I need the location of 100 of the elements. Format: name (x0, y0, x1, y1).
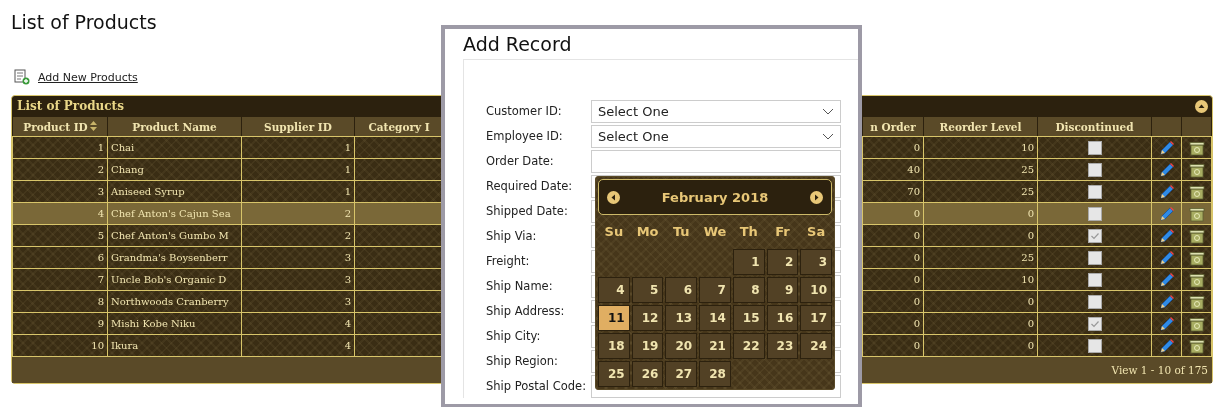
checkbox[interactable] (1087, 206, 1102, 221)
checkbox[interactable] (1087, 140, 1102, 155)
input-field[interactable] (591, 150, 841, 173)
pencil-icon[interactable] (1158, 337, 1175, 354)
table-cell: 0 (923, 312, 1038, 335)
table-cell: 1 (241, 180, 355, 203)
table-cell: 25 (923, 180, 1038, 203)
column-header[interactable]: n Order (862, 116, 924, 137)
add-record-icon (14, 69, 30, 85)
calendar-day[interactable]: 26 (631, 361, 664, 387)
calendar-day[interactable]: 25 (598, 361, 630, 387)
column-header[interactable]: Supplier ID (241, 116, 355, 137)
table-cell: 4 (241, 312, 355, 335)
table-cell: 25 (923, 158, 1038, 181)
collapse-icon[interactable] (1195, 99, 1208, 113)
table-cell: 10 (12, 334, 108, 357)
table-cell: 10 (923, 268, 1038, 291)
trash-icon[interactable] (1188, 227, 1205, 244)
calendar-day[interactable]: 6 (665, 277, 698, 303)
table-cell: 0 (923, 334, 1038, 357)
calendar-day[interactable]: 23 (766, 333, 799, 359)
trash-icon[interactable] (1188, 139, 1205, 156)
field-label: Customer ID: (486, 103, 563, 120)
calendar-day[interactable]: 9 (766, 277, 799, 303)
column-header[interactable]: Product Name (107, 116, 242, 137)
table-cell: 2 (12, 158, 108, 181)
calendar-day[interactable]: 24 (800, 333, 832, 359)
weekday-label: Th (738, 223, 759, 241)
calendar-day[interactable]: 14 (699, 305, 731, 331)
calendar-day[interactable]: 4 (598, 277, 630, 303)
next-month-icon[interactable] (810, 190, 823, 204)
weekday-label: Su (603, 223, 625, 241)
table-cell: 1 (241, 158, 355, 181)
table-cell: 3 (12, 180, 108, 203)
trash-icon[interactable] (1188, 293, 1205, 310)
pencil-icon[interactable] (1158, 139, 1175, 156)
trash-icon[interactable] (1188, 271, 1205, 288)
trash-icon[interactable] (1188, 183, 1205, 200)
pencil-icon[interactable] (1158, 205, 1175, 222)
trash-icon[interactable] (1188, 161, 1205, 178)
calendar-day[interactable]: 13 (665, 305, 698, 331)
checkbox[interactable] (1087, 250, 1102, 265)
calendar-day[interactable]: 15 (732, 305, 765, 331)
weekday-label: Tu (671, 223, 691, 241)
table-cell: 1 (12, 136, 108, 159)
checkbox[interactable] (1087, 338, 1102, 353)
weekday-label: We (702, 223, 728, 241)
pager-text: View 1 - 10 of 175 (1111, 364, 1208, 376)
calendar-day[interactable]: 1 (732, 249, 765, 275)
calendar-day[interactable]: 19 (631, 333, 664, 359)
field-label: Required Date: (486, 178, 574, 195)
trash-icon[interactable] (1188, 337, 1205, 354)
table-cell: 7 (12, 268, 108, 291)
chevron-down-icon (822, 132, 834, 141)
pencil-icon[interactable] (1158, 161, 1175, 178)
pencil-icon[interactable] (1158, 271, 1175, 288)
trash-icon[interactable] (1188, 205, 1205, 222)
column-header[interactable]: Product ID (12, 116, 108, 137)
pencil-icon[interactable] (1158, 293, 1175, 310)
calendar-day[interactable]: 27 (665, 361, 698, 387)
checkbox[interactable] (1087, 294, 1102, 309)
column-header[interactable]: Discontinued (1037, 116, 1152, 137)
pencil-icon[interactable] (1158, 315, 1175, 332)
table-cell: 25 (923, 246, 1038, 269)
pencil-icon[interactable] (1158, 227, 1175, 244)
prev-month-icon[interactable] (607, 190, 620, 204)
pencil-icon[interactable] (1158, 183, 1175, 200)
column-header[interactable]: Reorder Level (923, 116, 1038, 137)
calendar-day[interactable]: 11 (598, 305, 630, 331)
trash-icon[interactable] (1188, 315, 1205, 332)
select-field[interactable]: Select One (591, 125, 841, 148)
field-label: Ship Postal Code: (486, 378, 587, 395)
calendar-day[interactable]: 22 (732, 333, 765, 359)
trash-icon[interactable] (1188, 249, 1205, 266)
select-field[interactable]: Select One (591, 100, 841, 123)
column-header[interactable]: Category I (354, 116, 444, 137)
checkbox[interactable] (1087, 162, 1102, 177)
calendar-day[interactable]: 20 (665, 333, 698, 359)
calendar-day[interactable]: 28 (699, 361, 731, 387)
calendar-day[interactable]: 21 (699, 333, 731, 359)
checkbox[interactable] (1087, 184, 1102, 199)
calendar-day[interactable]: 10 (800, 277, 832, 303)
calendar-day[interactable]: 16 (766, 305, 799, 331)
calendar-day[interactable]: 2 (766, 249, 799, 275)
add-new-products-link[interactable]: Add New Products (38, 70, 138, 84)
checkbox[interactable] (1087, 316, 1102, 331)
calendar-day[interactable]: 3 (800, 249, 832, 275)
calendar-day[interactable]: 12 (631, 305, 664, 331)
calendar-day[interactable]: 5 (631, 277, 664, 303)
calendar-day[interactable]: 7 (699, 277, 731, 303)
calendar-day[interactable]: 18 (598, 333, 630, 359)
pencil-icon[interactable] (1158, 249, 1175, 266)
table-cell: Mishi Kobe Niku (107, 312, 242, 335)
calendar-day[interactable]: 17 (800, 305, 832, 331)
checkbox[interactable] (1087, 272, 1102, 287)
table-cell: 6 (12, 246, 108, 269)
field-label: Freight: (486, 253, 531, 270)
checkbox[interactable] (1087, 228, 1102, 243)
table-cell: Chang (107, 158, 242, 181)
calendar-day[interactable]: 8 (732, 277, 765, 303)
